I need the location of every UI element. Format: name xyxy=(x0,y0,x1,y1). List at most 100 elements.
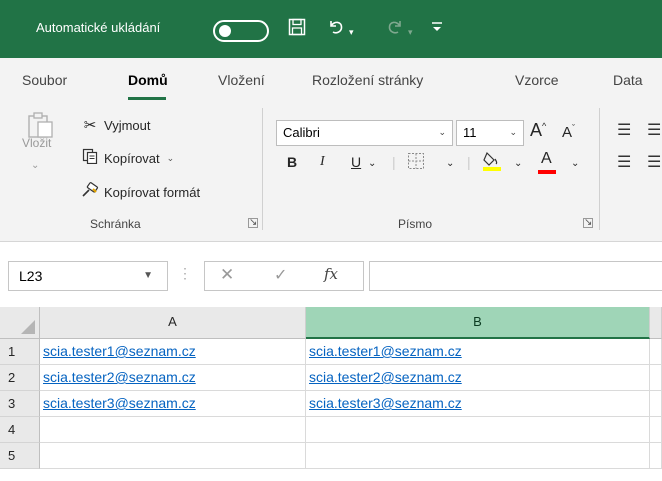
cell-a1[interactable]: scia.tester1@seznam.cz xyxy=(40,339,306,365)
cell-a2[interactable]: scia.tester2@seznam.cz xyxy=(40,365,306,391)
row-header[interactable]: 5 xyxy=(0,443,40,469)
column-header-a[interactable]: A xyxy=(40,307,306,339)
cut-label: Vyjmout xyxy=(104,117,151,133)
undo-dropdown-icon[interactable]: ▾ xyxy=(349,22,354,42)
select-all-button[interactable] xyxy=(0,307,40,339)
row-header[interactable]: 1 xyxy=(0,339,40,365)
row-header[interactable]: 4 xyxy=(0,417,40,443)
column-header-c[interactable] xyxy=(650,307,662,339)
format-painter-label: Kopírovat formát xyxy=(104,184,201,200)
copy-label: Kopírovat xyxy=(104,150,160,166)
redo-icon xyxy=(386,18,404,41)
ribbon: Vložit ⌄ ✂ Vyjmout Kopírovat ⌄ Kopírovat… xyxy=(0,104,662,242)
borders-icon[interactable] xyxy=(407,152,425,173)
cell-c5[interactable] xyxy=(650,443,662,469)
row-header[interactable]: 2 xyxy=(0,365,40,391)
formula-input[interactable] xyxy=(369,261,662,291)
borders-dropdown-icon[interactable]: ⌄ xyxy=(446,158,454,169)
bold-button[interactable]: B xyxy=(287,154,297,170)
name-box[interactable]: L23 ▼ xyxy=(8,261,168,291)
align-middle-icon[interactable]: ☰ xyxy=(647,120,661,140)
shrink-font-letter: A xyxy=(562,124,573,141)
cell-a3[interactable]: scia.tester3@seznam.cz xyxy=(40,391,306,417)
font-size-select[interactable]: 11 ⌄ xyxy=(456,120,524,146)
cell-b5[interactable] xyxy=(306,443,650,469)
worksheet-grid: A B 1 scia.tester1@seznam.cz scia.tester… xyxy=(0,307,662,481)
underline-dropdown-icon[interactable]: ⌄ xyxy=(368,158,376,169)
clipboard-group-label: Schránka xyxy=(90,217,141,231)
formula-bar: L23 ▼ ⋮ ✕ ✓ fx xyxy=(0,243,662,307)
row-header[interactable]: 3 xyxy=(0,391,40,417)
align-top-icon[interactable]: ☰ xyxy=(617,120,631,140)
undo-icon[interactable] xyxy=(327,18,345,41)
ribbon-separator xyxy=(599,108,600,230)
toggle-knob xyxy=(219,25,231,37)
cell-a5[interactable] xyxy=(40,443,306,469)
align-center-icon[interactable]: ☰ xyxy=(647,152,661,172)
align-left-icon[interactable]: ☰ xyxy=(617,152,631,172)
copy-dropdown-icon[interactable]: ⌄ xyxy=(167,153,175,164)
save-icon[interactable] xyxy=(288,18,306,41)
grow-font-letter: A xyxy=(530,120,543,140)
grow-font-button[interactable]: A^ xyxy=(530,120,546,141)
format-painter-icon xyxy=(80,182,100,202)
name-box-value: L23 xyxy=(19,268,43,284)
font-color-button[interactable]: A xyxy=(538,150,556,174)
tab-data[interactable]: Data xyxy=(613,72,643,88)
copy-button[interactable]: Kopírovat ⌄ xyxy=(80,148,174,168)
cell-c3[interactable] xyxy=(650,391,662,417)
paste-dropdown-icon[interactable]: ⌄ xyxy=(31,160,39,171)
font-color-dropdown-icon[interactable]: ⌄ xyxy=(571,158,579,169)
tab-home[interactable]: Domů xyxy=(128,72,168,88)
fill-color-icon[interactable] xyxy=(482,150,502,175)
italic-button[interactable]: I xyxy=(320,154,325,170)
font-launcher-icon[interactable]: ↘ xyxy=(583,218,593,228)
ribbon-separator xyxy=(262,108,263,230)
tab-page-layout[interactable]: Rozložení stránky xyxy=(312,72,423,88)
cancel-icon[interactable]: ✕ xyxy=(220,265,234,285)
select-all-icon xyxy=(21,320,35,334)
cut-button[interactable]: ✂ Vyjmout xyxy=(80,116,151,134)
cell-c1[interactable] xyxy=(650,339,662,365)
cell-b2[interactable]: scia.tester2@seznam.cz xyxy=(306,365,650,391)
tab-formulas[interactable]: Vzorce xyxy=(515,72,559,88)
cell-c2[interactable] xyxy=(650,365,662,391)
tab-file[interactable]: Soubor xyxy=(22,72,67,88)
chevron-down-icon: ⌄ xyxy=(438,127,446,137)
enter-icon[interactable]: ✓ xyxy=(274,265,287,285)
font-color-letter: A xyxy=(541,150,552,167)
chevron-down-icon: ⌄ xyxy=(509,127,517,137)
format-painter-button[interactable]: Kopírovat formát xyxy=(80,182,200,202)
ribbon-separator: | xyxy=(467,154,471,170)
chevron-down-icon: ▼ xyxy=(143,270,153,281)
tab-insert[interactable]: Vložení xyxy=(218,72,265,88)
column-header-b[interactable]: B xyxy=(306,307,650,339)
font-color-swatch xyxy=(538,170,556,174)
font-size-value: 11 xyxy=(463,125,477,140)
autosave-label: Automatické ukládání xyxy=(36,20,161,35)
cell-a4[interactable] xyxy=(40,417,306,443)
cell-c4[interactable] xyxy=(650,417,662,443)
font-name-select[interactable]: Calibri ⌄ xyxy=(276,120,453,146)
cell-b3[interactable]: scia.tester3@seznam.cz xyxy=(306,391,650,417)
redo-dropdown-icon: ▾ xyxy=(408,27,413,37)
title-bar: Automatické ukládání ▾ ▾ xyxy=(0,0,662,58)
formula-bar-grip-icon[interactable]: ⋮ xyxy=(178,265,192,282)
font-group-label: Písmo xyxy=(398,217,433,231)
scissors-icon: ✂ xyxy=(83,117,97,134)
cell-b4[interactable] xyxy=(306,417,650,443)
shrink-font-button[interactable]: Aˇ xyxy=(562,123,575,141)
fill-color-dropdown-icon[interactable]: ⌄ xyxy=(514,158,522,169)
paste-button[interactable]: Vložit xyxy=(22,136,51,150)
copy-icon xyxy=(80,148,100,168)
active-tab-indicator xyxy=(128,97,166,100)
insert-function-button[interactable]: fx xyxy=(324,265,338,283)
autosave-toggle[interactable] xyxy=(213,20,269,42)
font-name-value: Calibri xyxy=(283,125,320,140)
ribbon-tabs: Soubor Domů Vložení Rozložení stránky Vz… xyxy=(0,58,662,104)
underline-button[interactable]: U xyxy=(351,154,361,170)
ribbon-separator: | xyxy=(392,154,396,170)
clipboard-launcher-icon[interactable]: ↘ xyxy=(248,218,258,228)
customize-toolbar-icon[interactable] xyxy=(430,14,444,41)
cell-b1[interactable]: scia.tester1@seznam.cz xyxy=(306,339,650,365)
